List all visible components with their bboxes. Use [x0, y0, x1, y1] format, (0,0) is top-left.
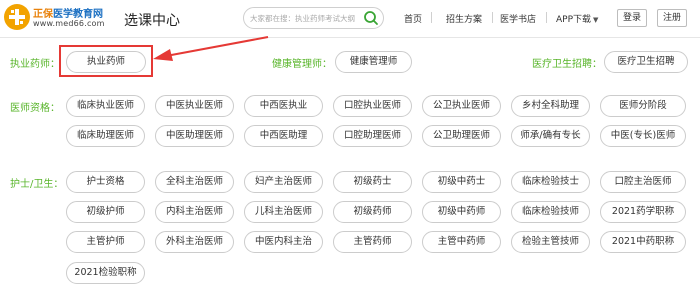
login-button[interactable]: 登录 — [617, 9, 647, 27]
course-pill[interactable]: 2021中药职称 — [600, 231, 686, 253]
course-pill[interactable]: 临床助理医师 — [66, 125, 145, 147]
course-pill[interactable]: 2021药学职称 — [600, 201, 686, 223]
course-pill[interactable]: 医疗卫生招聘 — [604, 51, 688, 73]
top-header: 正保医学教育网 www.med66.com 选课中心 首页 招生方案 医学书店 … — [0, 0, 700, 38]
course-pill[interactable]: 公卫执业医师 — [422, 95, 501, 117]
logo-mark-icon — [4, 4, 30, 30]
highlight-box — [59, 45, 153, 77]
course-pill[interactable]: 初级药师 — [333, 201, 412, 223]
page-title: 选课中心 — [124, 13, 180, 29]
search-box — [243, 7, 384, 29]
search-input[interactable] — [250, 11, 362, 25]
course-pill[interactable]: 口腔主治医师 — [600, 171, 686, 193]
course-pill[interactable]: 检验主管技师 — [511, 231, 590, 253]
nav-enrollment[interactable]: 招生方案 — [446, 12, 482, 25]
course-pill[interactable]: 临床检验技士 — [511, 171, 590, 193]
course-pill[interactable]: 主管护师 — [66, 231, 145, 253]
chevron-down-icon: ▼ — [593, 16, 599, 24]
nav-app-label: APP下载 — [556, 15, 592, 25]
search-button[interactable] — [361, 9, 381, 27]
course-pill[interactable]: 妇产主治医师 — [244, 171, 323, 193]
course-pill[interactable]: 主管中药师 — [422, 231, 501, 253]
nav-divider — [492, 12, 493, 23]
course-pill[interactable]: 健康管理师 — [335, 51, 412, 73]
nav-divider — [431, 12, 432, 23]
course-pill[interactable]: 口腔执业医师 — [333, 95, 412, 117]
course-pill[interactable]: 医师分阶段 — [600, 95, 686, 117]
course-pill[interactable]: 中西医助理 — [244, 125, 323, 147]
label-medical-recruit: 医疗卫生招聘： — [532, 59, 602, 70]
course-pill[interactable]: 2021检验职称 — [66, 262, 145, 284]
course-pill[interactable]: 护士资格 — [66, 171, 145, 193]
course-pill[interactable]: 儿科主治医师 — [244, 201, 323, 223]
course-pill[interactable]: 师承/确有专长 — [511, 125, 590, 147]
course-pill[interactable]: 临床检验技师 — [511, 201, 590, 223]
course-pill[interactable]: 初级中药士 — [422, 171, 501, 193]
site-logo[interactable]: 正保医学教育网 www.med66.com — [4, 3, 110, 35]
logo-url: www.med66.com — [33, 19, 105, 28]
nav-home[interactable]: 首页 — [404, 12, 422, 25]
course-pill[interactable]: 主管药师 — [333, 231, 412, 253]
course-pill[interactable]: 全科主治医师 — [155, 171, 234, 193]
course-pill[interactable]: 中医(专长)医师 — [600, 125, 686, 147]
label-physician: 医师资格： — [10, 103, 60, 114]
label-pharmacist: 执业药师： — [10, 59, 60, 70]
register-button[interactable]: 注册 — [657, 9, 687, 27]
nav-bookstore[interactable]: 医学书店 — [500, 12, 536, 25]
nav-app-download[interactable]: APP下载 ▼ — [556, 12, 598, 25]
course-pill[interactable]: 中医助理医师 — [155, 125, 234, 147]
label-nurse-health: 护士/卫生： — [10, 179, 64, 190]
course-pill[interactable]: 中西医执业 — [244, 95, 323, 117]
course-pill[interactable]: 内科主治医师 — [155, 201, 234, 223]
course-pill[interactable]: 中医执业医师 — [155, 95, 234, 117]
logo-name: 正保医学教育网 — [33, 5, 103, 20]
course-pill[interactable]: 外科主治医师 — [155, 231, 234, 253]
course-pill[interactable]: 初级药士 — [333, 171, 412, 193]
course-pill[interactable]: 乡村全科助理 — [511, 95, 590, 117]
label-health-manager: 健康管理师： — [272, 59, 332, 70]
course-pill[interactable]: 公卫助理医师 — [422, 125, 501, 147]
course-pill[interactable]: 初级中药师 — [422, 201, 501, 223]
course-pill[interactable]: 临床执业医师 — [66, 95, 145, 117]
search-icon — [364, 11, 378, 25]
course-pill[interactable]: 口腔助理医师 — [333, 125, 412, 147]
course-pill[interactable]: 初级护师 — [66, 201, 145, 223]
course-pill[interactable]: 中医内科主治 — [244, 231, 323, 253]
nav-divider — [546, 12, 547, 23]
pointer-arrow-icon — [153, 36, 269, 61]
